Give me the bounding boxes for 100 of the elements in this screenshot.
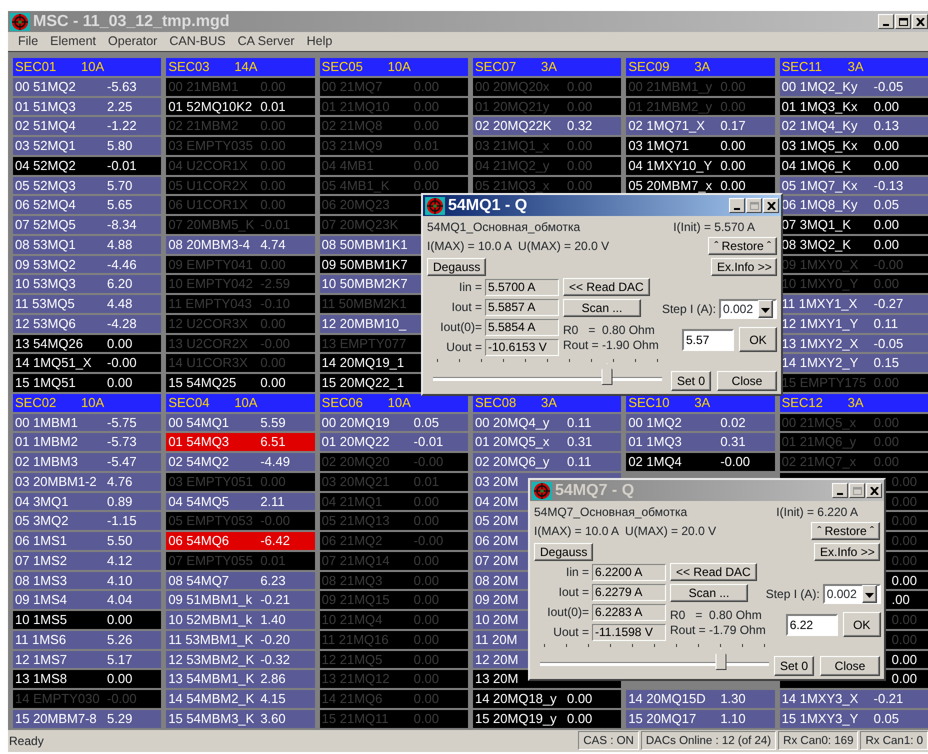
channel-label: 01 20MQ22: [322, 433, 391, 452]
channel-label: 14 20MQ15D: [628, 690, 707, 708]
channel-label: 11 1MS6: [15, 630, 68, 649]
channel-label: 11 21MQ16: [322, 630, 390, 649]
channel-label: 04 21MQ2_y: [474, 156, 550, 175]
channel-value: 0.00: [720, 78, 746, 96]
channel-value: -0.00: [107, 354, 137, 372]
channel-value: 0.00: [107, 670, 132, 688]
channel-label: 06 54MQ6: [168, 532, 230, 550]
channel-value: 0.00: [892, 532, 917, 550]
section-current: 10A: [388, 58, 411, 76]
channel-label: 15 20MBM7-8: [15, 710, 98, 728]
channel-value: 0.00: [874, 275, 899, 294]
channel-value: 0.13: [874, 117, 899, 136]
channel-value: 0.00: [260, 156, 286, 175]
channel-value: -5.73: [107, 433, 137, 452]
status-panel: DACs Online : 12 (of 24): [640, 731, 776, 750]
channel-label: 08 1MS3: [15, 572, 68, 590]
r0-text: R0 = 0.80 Ohm: [563, 323, 656, 338]
channel-label: 10 1MXY0_Y: [782, 275, 860, 294]
channel-label: 11 53MBM1_K: [168, 630, 254, 649]
channel-label: 15 20MQ17: [628, 710, 698, 728]
step-label: Step I (A):: [766, 586, 820, 603]
channel-value: 0.00: [892, 630, 917, 649]
channel-label: 07 52MQ5: [15, 216, 77, 234]
channel-value: 0.11: [566, 414, 592, 432]
channel-label: 00 20MQ4_y: [474, 414, 550, 432]
channel-label: 03 1MQ5_Kx: [782, 137, 859, 156]
channel-label: 10 EMPTY042: [168, 275, 254, 294]
channel-value: 0.00: [892, 670, 917, 688]
channel-label: 15 21MQ11: [322, 710, 390, 728]
channel-value: 1.30: [720, 690, 746, 708]
section-name: SEC02: [15, 394, 58, 412]
channel-label: 06 U1COR1X: [168, 196, 249, 214]
section-current: 10A: [388, 394, 411, 412]
channel-label: 07 21MQ14: [322, 552, 391, 570]
channel-value: 0.05: [414, 414, 439, 432]
channel-label: 09 50MBM1K7: [322, 256, 408, 274]
channel-label: 02 54MQ2: [168, 453, 230, 472]
channel-value: 0.00: [260, 78, 286, 96]
channel-label: 04 52MQ2: [15, 156, 77, 175]
channel-label: 12 53MBM2_K: [168, 650, 256, 669]
channel-value: 0.00: [874, 374, 899, 392]
channel-value: 2.25: [107, 98, 132, 116]
channel-label: 01 1MBM2: [15, 433, 79, 452]
channel-label: 13 21MQ12: [322, 670, 391, 688]
channel-value: 0.05: [874, 710, 899, 728]
channel-value: 0.00: [260, 354, 286, 372]
channel-value: 1.10: [720, 710, 746, 728]
section-current: 3A: [848, 58, 864, 76]
dialog-title: 54MQ7 - Q: [555, 480, 634, 500]
channel-label: 03 20MBM1-2: [15, 472, 98, 491]
channel-value: -8.34: [107, 216, 137, 234]
r0-text: R0 = 0.80 Ohm: [670, 608, 763, 623]
channel-value: 1.40: [260, 611, 286, 630]
channel-label: 15 54MBM3_K: [168, 710, 256, 728]
channel-value: 0.11: [566, 453, 592, 472]
channel-value: 0.01: [414, 472, 439, 491]
section-current: 3A: [540, 58, 557, 76]
section-current: 10A: [234, 394, 258, 412]
channel-label: 04 1MXY10_Y: [628, 156, 714, 175]
channel-label: 14 21MQ6: [322, 690, 384, 708]
channel-label: 00 51MQ2: [15, 78, 77, 96]
channel-value: 0.00: [892, 472, 917, 491]
channel-value: 0.00: [414, 611, 439, 630]
channel-value: 0.00: [414, 650, 439, 669]
channel-value: 0.00: [260, 137, 286, 156]
section-name: SEC09: [628, 58, 671, 76]
channel-label: 00 20MQ20x: [474, 78, 550, 96]
channel-value: 0.00: [566, 710, 592, 728]
channel-value: 0.00: [260, 314, 286, 333]
channel-label: 14 1MXY3_X: [782, 690, 860, 708]
channel-label: 03 20M: [474, 472, 518, 491]
init-current: I(Init) = 5.570 A: [673, 218, 755, 236]
channel-label: 15 20MQ19_y: [474, 710, 558, 728]
channel-label: 07 1MS2: [15, 552, 68, 570]
channel-value: 0.00: [414, 98, 439, 116]
channel-value: -0.27: [874, 295, 904, 314]
channel-value: 0.00: [892, 492, 917, 511]
channel-value: 0.00: [414, 117, 439, 136]
channel-value: 2.86: [260, 670, 286, 688]
channel-value: 0.00: [874, 236, 899, 254]
channel-value: 0.00: [874, 156, 899, 175]
channel-value: 0.00: [566, 78, 592, 96]
channel-label: 00 1MBM1: [15, 414, 79, 432]
channel-label: 01 21MQ6_y: [782, 433, 858, 452]
channel-value: 0.00: [566, 137, 592, 156]
channel-value: -1.22: [107, 117, 137, 136]
channel-value: 4.48: [107, 295, 132, 314]
channel-label: 13 1MS8: [15, 670, 68, 688]
channel-value: 0.00: [566, 176, 592, 195]
section-current: 3A: [540, 394, 557, 412]
channel-label: 14 U1COR3X: [168, 354, 249, 372]
channel-value: 0.00: [260, 374, 286, 392]
channel-label: 00 21MBM1_y: [628, 78, 714, 96]
channel-label: 09 20M: [474, 591, 518, 610]
channel-value: 0.00: [260, 472, 286, 491]
channel-value: 0.01: [260, 98, 286, 116]
channel-label: 00 21MQ5_x: [782, 414, 858, 432]
channel-value: -5.75: [107, 414, 137, 432]
